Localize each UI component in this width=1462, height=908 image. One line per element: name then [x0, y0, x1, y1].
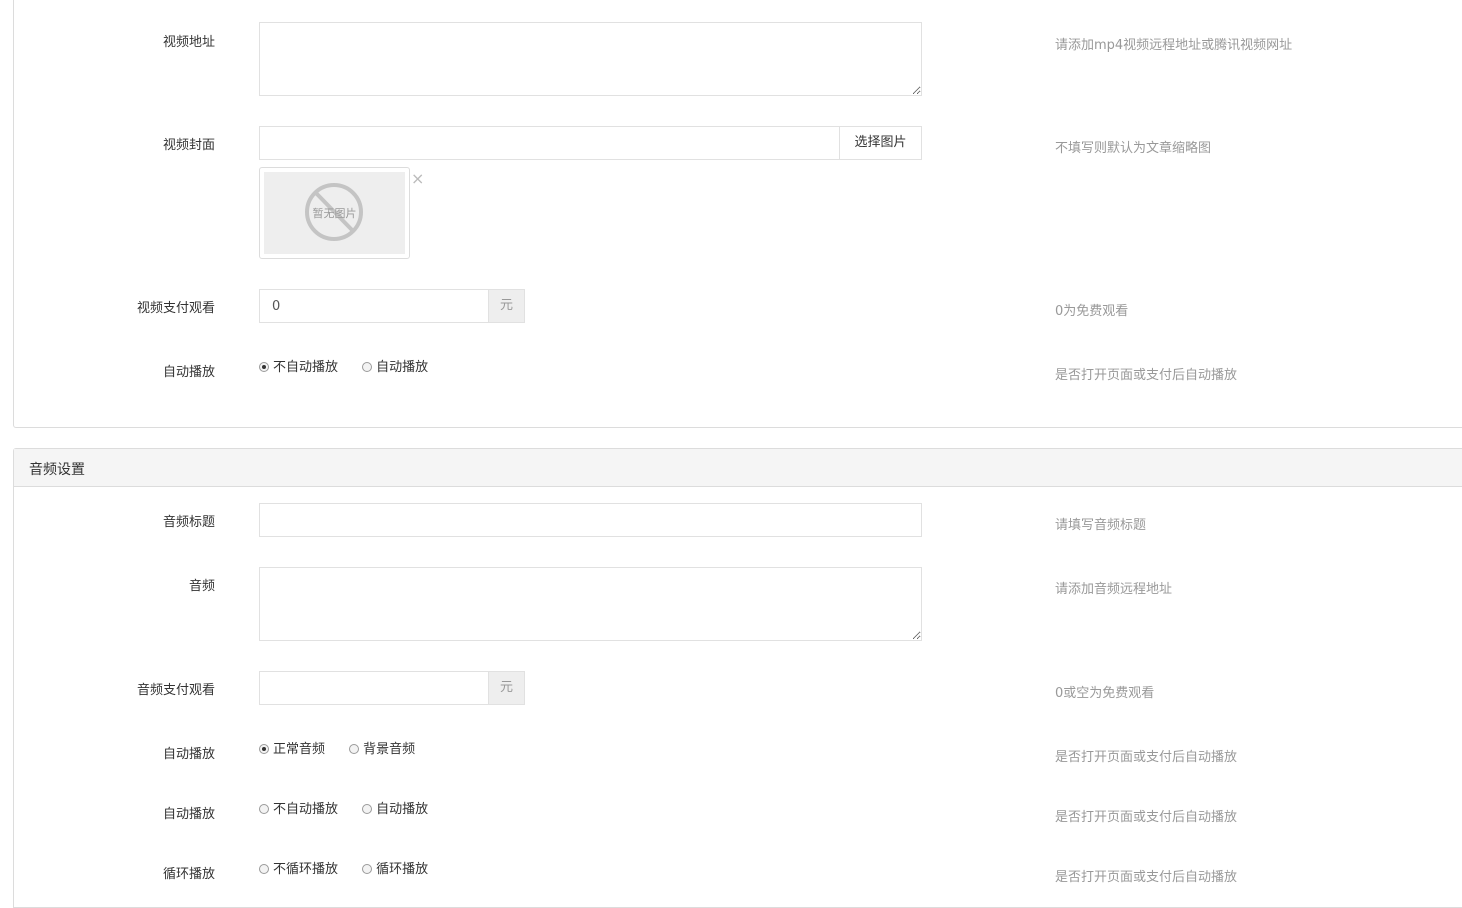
- video-url-textarea[interactable]: [259, 22, 922, 96]
- no-image-text: 暂无图片: [312, 207, 357, 220]
- radio-autoplay[interactable]: 自动播放: [362, 798, 428, 817]
- video-cover-hint: 不填写则默认为文章缩略图: [1055, 141, 1212, 156]
- radio-no-autoplay[interactable]: 不自动播放: [259, 356, 338, 375]
- cover-thumbnail: 暂无图片: [259, 167, 410, 259]
- audio-settings-panel: 音频设置 音频标题 请填写音频标题 音频 请添加音频远程地址 音频支付观看 元 …: [13, 448, 1462, 908]
- audio-type-hint: 是否打开页面或支付后自动播放: [1055, 750, 1238, 765]
- radio-no-loop[interactable]: 不循环播放: [259, 858, 338, 877]
- audio-url-label: 音频: [188, 579, 215, 594]
- radio-circle[interactable]: [362, 864, 373, 874]
- audio-pay-label: 音频支付观看: [136, 683, 215, 698]
- audio-title-hint: 请填写音频标题: [1055, 518, 1147, 533]
- radio-normal-audio[interactable]: 正常音频: [259, 738, 325, 757]
- audio-type-label: 自动播放: [162, 747, 215, 762]
- radio-autoplay[interactable]: 自动播放: [362, 356, 428, 375]
- radio-circle[interactable]: [349, 744, 360, 754]
- video-pay-input[interactable]: [259, 289, 489, 323]
- audio-loop-label: 循环播放: [162, 867, 215, 882]
- audio-pay-unit: 元: [489, 671, 525, 705]
- video-cover-label: 视频封面: [162, 138, 215, 153]
- video-autoplay-hint: 是否打开页面或支付后自动播放: [1055, 368, 1238, 383]
- video-settings-panel: 视频地址 请添加mp4视频远程地址或腾讯视频网址 视频封面 选择图片 不填写则默…: [13, 0, 1462, 428]
- audio-loop-hint: 是否打开页面或支付后自动播放: [1055, 870, 1238, 885]
- audio-autoplay-hint: 是否打开页面或支付后自动播放: [1055, 810, 1238, 825]
- audio-panel-title: 音频设置: [29, 462, 85, 478]
- audio-autoplay-radio-group: 不自动播放 自动播放: [259, 798, 448, 817]
- audio-pay-input[interactable]: [259, 671, 489, 705]
- no-image-placeholder: 暂无图片: [264, 172, 405, 254]
- video-autoplay-label: 自动播放: [162, 365, 215, 380]
- radio-no-autoplay[interactable]: 不自动播放: [259, 798, 338, 817]
- select-image-button[interactable]: 选择图片: [840, 126, 922, 160]
- audio-url-textarea[interactable]: [259, 567, 922, 641]
- audio-type-radio-group: 正常音频 背景音频: [259, 738, 435, 757]
- video-pay-hint: 0为免费观看: [1055, 304, 1129, 319]
- video-pay-label: 视频支付观看: [136, 301, 215, 316]
- remove-image-icon[interactable]: ×: [411, 171, 424, 187]
- audio-title-label: 音频标题: [162, 515, 215, 530]
- radio-background-audio[interactable]: 背景音频: [349, 738, 415, 757]
- video-autoplay-radio-group: 不自动播放 自动播放: [259, 356, 448, 375]
- audio-panel-heading: 音频设置: [14, 449, 1462, 487]
- audio-autoplay-label: 自动播放: [162, 807, 215, 822]
- radio-circle[interactable]: [259, 864, 269, 874]
- video-url-hint: 请添加mp4视频远程地址或腾讯视频网址: [1055, 38, 1293, 53]
- audio-url-hint: 请添加音频远程地址: [1055, 582, 1173, 597]
- audio-pay-hint: 0或空为免费观看: [1055, 686, 1155, 701]
- radio-circle[interactable]: [259, 362, 269, 372]
- radio-circle[interactable]: [362, 804, 373, 814]
- video-pay-unit: 元: [489, 289, 525, 323]
- video-cover-input[interactable]: [259, 126, 840, 160]
- radio-circle[interactable]: [259, 744, 269, 754]
- radio-circle[interactable]: [362, 362, 373, 372]
- audio-loop-radio-group: 不循环播放 循环播放: [259, 858, 448, 877]
- video-url-label: 视频地址: [162, 35, 215, 50]
- radio-loop[interactable]: 循环播放: [362, 858, 428, 877]
- audio-title-input[interactable]: [259, 503, 922, 537]
- radio-circle[interactable]: [259, 804, 269, 814]
